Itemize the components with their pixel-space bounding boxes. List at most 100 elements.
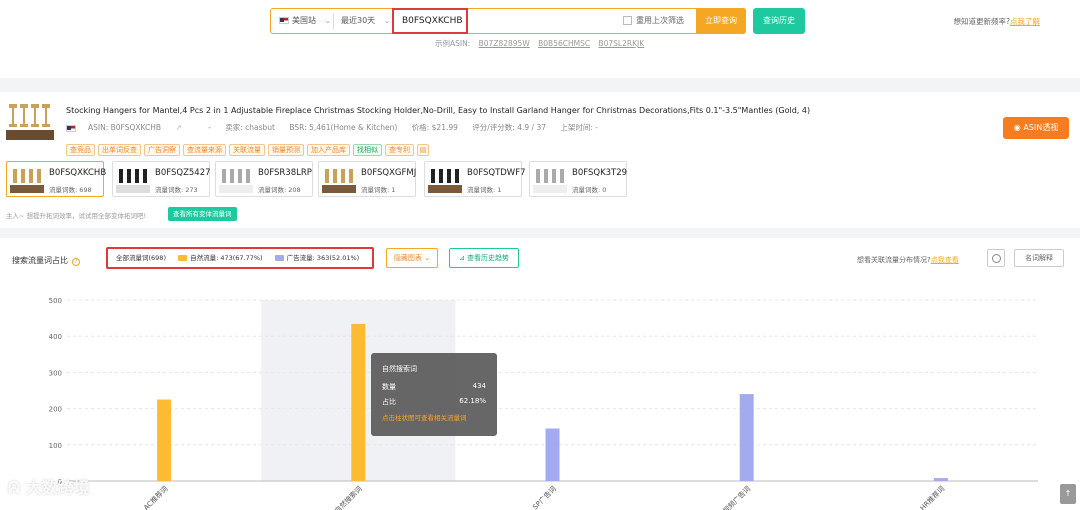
y-tick-label: 500	[49, 297, 62, 305]
chevron-down-icon: ⌄	[383, 16, 391, 25]
y-tick-label: 200	[49, 406, 62, 414]
variant-asin: B0FSQZ5427	[155, 168, 211, 178]
tool-tag[interactable]: 出单词反查	[98, 144, 141, 156]
y-tick-label: 400	[49, 333, 62, 341]
reuse-filter-label: 重用上次筛选	[636, 16, 684, 25]
example-asin-link[interactable]: B0B56CHMSC	[538, 39, 590, 48]
variant-asin: B0FSQXKCHB	[49, 168, 107, 178]
variant-keyword-count: 流量词数: 1	[361, 186, 396, 194]
marketplace-select[interactable]: 美国站 ⌄	[279, 9, 331, 33]
variant-thumbnail	[322, 165, 356, 193]
tool-tag[interactable]: 找相似	[353, 144, 382, 156]
product-listed-date: 上架时间: -	[560, 123, 599, 132]
x-tick-label: 视频广告词	[721, 484, 752, 510]
tooltip-count-label: 数量	[382, 383, 396, 391]
x-tick-label: 自然搜索词	[333, 484, 364, 510]
tooltip-ratio-value: 62.18%	[459, 397, 486, 405]
tooltip-count-row: 数量 434	[382, 382, 486, 392]
period-label: 最近30天	[341, 16, 376, 25]
tooltip-count-value: 434	[472, 382, 486, 390]
product-thumbnail[interactable]	[6, 100, 54, 140]
history-button[interactable]: 查询历史	[753, 8, 805, 34]
period-select[interactable]: 最近30天 ⌄	[341, 9, 390, 33]
bar[interactable]	[933, 478, 948, 481]
chevron-down-icon: ⌄	[324, 16, 332, 25]
tool-tag[interactable]: 查专利	[385, 144, 414, 156]
variant-thumbnail	[10, 165, 44, 193]
variant-keyword-count: 流量词数: 698	[49, 186, 92, 194]
variant-thumbnail	[428, 165, 462, 193]
variant-card[interactable]: B0FSR38LRP 流量词数: 208	[215, 161, 313, 197]
separator: -	[208, 123, 211, 132]
variant-keyword-count: 流量词数: 0	[572, 186, 607, 194]
product-seller: 卖家: chasbut	[225, 123, 275, 132]
bar[interactable]	[157, 399, 172, 481]
variant-asin: B0FSR38LRP	[258, 168, 312, 178]
view-all-variants-button[interactable]: 查看所有变体流量词	[168, 207, 237, 221]
variant-card[interactable]: B0FSQXKCHB 流量词数: 698	[6, 161, 107, 197]
query-button[interactable]: 立即查询	[696, 8, 746, 34]
variant-keyword-count: 流量词数: 1	[467, 186, 502, 194]
freq-link[interactable]: 点我了解	[1010, 17, 1040, 26]
marketplace-label: 美国站	[292, 16, 316, 25]
bar-chart: 0100200300400500AC推荐词 自然搜索词 SP广告词 视频广告词 HR推荐…	[49, 297, 1038, 510]
watermark-logo: ᕱ 大数跨境	[8, 474, 89, 498]
tool-tag[interactable]: 广告洞察	[144, 144, 180, 156]
product-card: Stocking Hangers for Mantel,4 Pcs 2 in 1…	[0, 92, 1080, 228]
product-bsr: BSR: 5,461(Home & Kitchen)	[289, 123, 398, 132]
search-bar: 美国站 ⌄ 最近30天 ⌄ B0FSQXKCHB 重用上次筛选	[270, 8, 746, 34]
y-tick-label: 100	[49, 442, 62, 450]
external-link-icon[interactable]: ↗	[175, 123, 181, 132]
variant-card[interactable]: B0FSQK3T29 流量词数: 0	[529, 161, 627, 197]
variant-asin: B0FSQXGFMJ	[361, 168, 417, 178]
tooltip-link[interactable]: 点击柱状图可查看相关流量词	[382, 412, 467, 422]
variant-asin: B0FSQTDWF7	[467, 168, 526, 178]
search-header: 美国站 ⌄ 最近30天 ⌄ B0FSQXKCHB 重用上次筛选 立即查询 查询历…	[0, 0, 1080, 78]
tooltip-ratio-row: 占比 62.18%	[382, 397, 486, 407]
product-tools: 查竞品 出单词反查 广告洞察 查流量来源 关联流量 销量预测 加入产品库 找相似 查专利 ▤	[66, 137, 432, 156]
chart-tooltip: 自然搜索词 数量 434 占比 62.18% 点击柱状图可查看相关流量词	[371, 353, 497, 436]
more-tools-icon[interactable]: ▤	[417, 144, 429, 156]
variant-keyword-count: 流量词数: 273	[155, 186, 198, 194]
asin-text: ASIN: B0FSQXKCHB	[88, 123, 162, 132]
variant-hint: 主人~ 想提升拓词效率，试试用全部变体拓词吧!	[6, 212, 147, 220]
product-meta: ASIN: B0FSQXKCHB ↗ - 卖家: chasbut BSR: 5,…	[66, 122, 610, 133]
variant-card[interactable]: B0FSQXGFMJ 流量词数: 1	[318, 161, 416, 197]
variant-keyword-count: 流量词数: 208	[258, 186, 301, 194]
tooltip-ratio-label: 占比	[382, 398, 396, 406]
bar[interactable]	[739, 394, 754, 481]
variant-asin: B0FSQK3T29	[572, 168, 628, 178]
us-flag-icon	[66, 124, 76, 132]
tool-tag[interactable]: 查竞品	[66, 144, 95, 156]
x-tick-label: SP广告词	[531, 484, 558, 510]
bar[interactable]	[351, 323, 366, 481]
asin-insight-label: ASIN透视	[1023, 123, 1059, 132]
example-asin-link[interactable]: B07Z82895W	[479, 39, 530, 48]
reuse-filter-checkbox[interactable]	[623, 16, 632, 25]
product-asin: ASIN: B0FSQXKCHB ↗	[66, 123, 194, 132]
variant-thumbnail	[533, 165, 567, 193]
tool-tag[interactable]: 销量预测	[268, 144, 304, 156]
variant-thumbnail	[219, 165, 253, 193]
asin-insight-button[interactable]: ◉ ASIN透视	[1003, 117, 1069, 139]
variant-card[interactable]: B0FSQZ5427 流量词数: 273	[112, 161, 211, 197]
x-tick-label: AC推荐词	[142, 484, 170, 510]
asin-search-input[interactable]: B0FSQXKCHB	[392, 8, 468, 34]
example-asin-link[interactable]: B07SL2RKJK	[598, 39, 644, 48]
x-tick-label: HR推荐词	[918, 484, 946, 510]
watermark-text: 大数跨境	[25, 478, 90, 497]
variant-thumbnail	[116, 165, 150, 193]
variant-card[interactable]: B0FSQTDWF7 流量词数: 1	[424, 161, 526, 197]
tool-tag[interactable]: 查流量来源	[183, 144, 226, 156]
product-title[interactable]: Stocking Hangers for Mantel,4 Pcs 2 in 1…	[66, 106, 810, 115]
product-price: 价格: $21.99	[411, 123, 458, 132]
tool-tag[interactable]: 关联流量	[229, 144, 265, 156]
scroll-top-button[interactable]: ↑	[1060, 484, 1076, 504]
divider	[333, 13, 334, 29]
y-tick-label: 300	[49, 369, 62, 377]
tool-tag[interactable]: 加入产品库	[307, 144, 350, 156]
traffic-chart-card: 搜索流量词占比? 全部流量词(698) 自然流量: 473(67.77%) 广告…	[0, 238, 1080, 510]
us-flag-icon	[279, 17, 289, 24]
bar[interactable]	[545, 428, 560, 481]
eye-icon: ◉	[1013, 123, 1021, 132]
